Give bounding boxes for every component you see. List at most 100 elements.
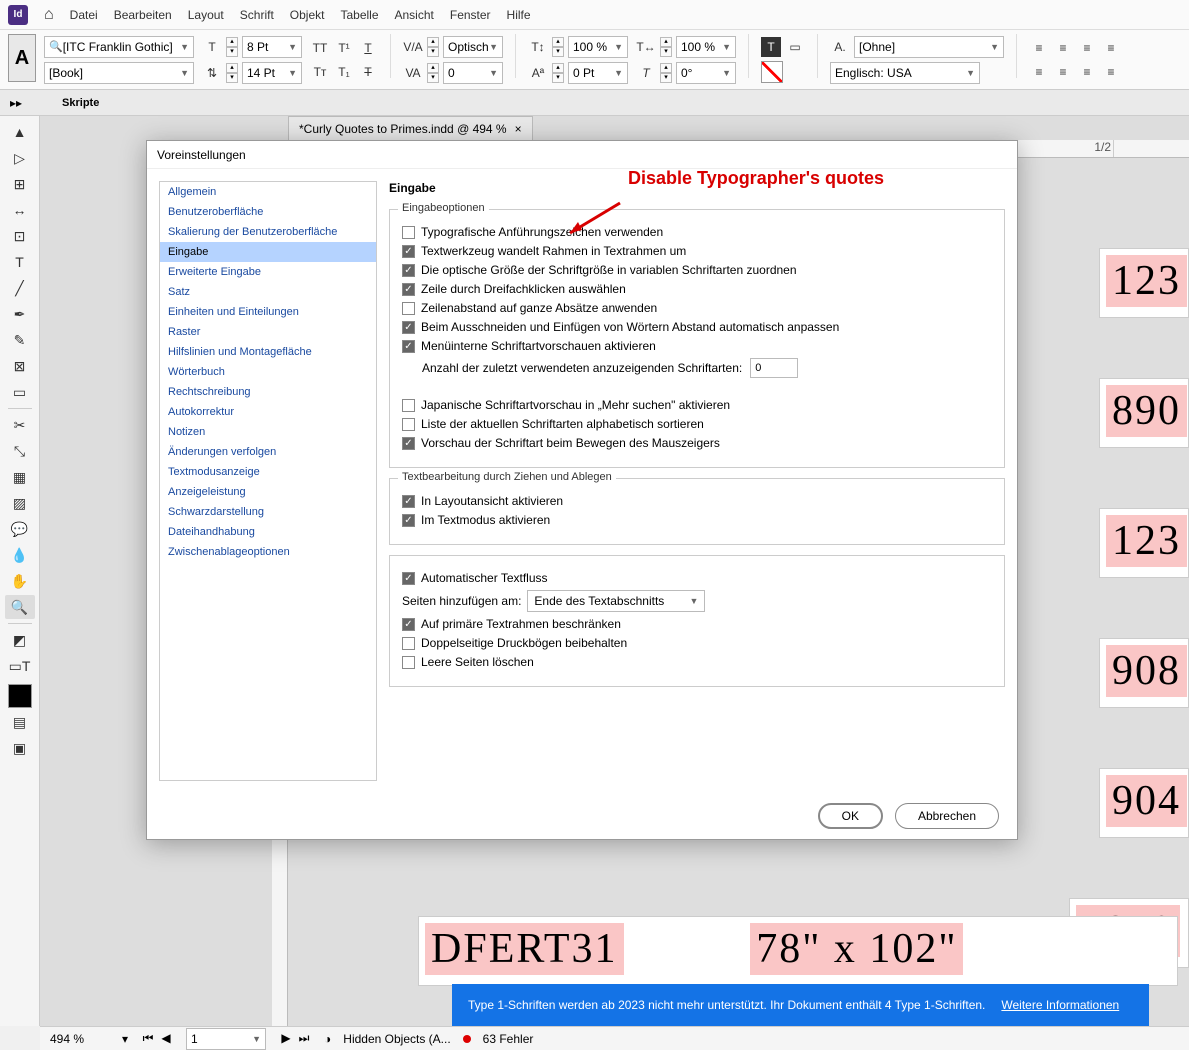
allcaps-icon[interactable]: TT xyxy=(310,38,330,58)
leading-spinner[interactable]: ▴▾ xyxy=(226,63,238,83)
menu-layout[interactable]: Layout xyxy=(188,8,224,22)
fill-text-icon[interactable]: T xyxy=(761,37,781,57)
smallcaps-icon[interactable]: Tᴛ xyxy=(310,62,330,82)
checkbox[interactable] xyxy=(402,618,415,631)
document-tab[interactable]: *Curly Quotes to Primes.indd @ 494 % × xyxy=(288,116,533,140)
sidebar-item[interactable]: Eingabe xyxy=(160,242,376,262)
checkbox[interactable] xyxy=(402,264,415,277)
chevron-down-icon[interactable]: ▾ xyxy=(122,1032,128,1046)
text-frame[interactable]: 904 xyxy=(1106,775,1187,827)
menu-fenster[interactable]: Fenster xyxy=(450,8,491,22)
superscript-icon[interactable]: T¹ xyxy=(334,38,354,58)
text-frame[interactable]: 123 xyxy=(1106,255,1187,307)
rectangle-frame-icon[interactable]: ⊠ xyxy=(5,354,35,378)
vscale-combo[interactable]: 100 %▼ xyxy=(568,36,628,58)
checkbox[interactable] xyxy=(402,637,415,650)
justify-icon[interactable]: ≡ xyxy=(1101,38,1121,58)
character-mode-icon[interactable]: A xyxy=(8,34,36,82)
charstyle-combo[interactable]: [Ohne]▼ xyxy=(854,36,1004,58)
sidebar-item[interactable]: Anzeigeleistung xyxy=(160,482,376,502)
close-icon[interactable]: × xyxy=(515,122,522,136)
checkbox[interactable] xyxy=(402,495,415,508)
sidebar-item[interactable]: Notizen xyxy=(160,422,376,442)
checkbox[interactable] xyxy=(402,437,415,450)
text-frame[interactable]: 78" x 102" xyxy=(750,923,963,975)
sidebar-item[interactable]: Satz xyxy=(160,282,376,302)
page-tool-icon[interactable]: ⊞ xyxy=(5,172,35,196)
sidebar-item[interactable]: Allgemein xyxy=(160,182,376,202)
first-page-icon[interactable]: ⏮ xyxy=(140,1031,156,1046)
free-transform-icon[interactable]: ⤡ xyxy=(5,439,35,463)
addpages-select[interactable]: Ende des Textabschnitts ▼ xyxy=(527,590,705,612)
checkbox[interactable] xyxy=(402,226,415,239)
checkbox[interactable] xyxy=(402,418,415,431)
sidebar-item[interactable]: Rechtschreibung xyxy=(160,382,376,402)
menu-objekt[interactable]: Objekt xyxy=(290,8,325,22)
menu-schrift[interactable]: Schrift xyxy=(240,8,274,22)
sidebar-item[interactable]: Textmodusanzeige xyxy=(160,462,376,482)
checkbox[interactable] xyxy=(402,321,415,334)
sidebar-item[interactable]: Erweiterte Eingabe xyxy=(160,262,376,282)
scissors-tool-icon[interactable]: ✂ xyxy=(5,413,35,437)
note-tool-icon[interactable]: 💬 xyxy=(5,517,35,541)
menu-bearbeiten[interactable]: Bearbeiten xyxy=(114,8,172,22)
baseline-combo[interactable]: 0 Pt▼ xyxy=(568,62,628,84)
cancel-button[interactable]: Abbrechen xyxy=(895,803,999,829)
sidebar-item[interactable]: Schwarzdarstellung xyxy=(160,502,376,522)
subscript-icon[interactable]: T₁ xyxy=(334,62,354,82)
page-combo[interactable]: 1▼ xyxy=(186,1028,266,1050)
color-swatch[interactable] xyxy=(8,684,32,708)
vscale-spinner[interactable]: ▴▾ xyxy=(552,37,564,57)
text-frame[interactable]: 890 xyxy=(1106,385,1187,437)
content-collector-icon[interactable]: ⊡ xyxy=(5,224,35,248)
errors-label[interactable]: 63 Fehler xyxy=(483,1032,534,1046)
apply-gradient-icon[interactable]: ▤ xyxy=(5,710,35,734)
banner-link[interactable]: Weitere Informationen xyxy=(1001,998,1119,1012)
zoom-level[interactable]: 494 % xyxy=(50,1032,110,1046)
menu-tabelle[interactable]: Tabelle xyxy=(340,8,378,22)
sidebar-item[interactable]: Skalierung der Benutzeroberfläche xyxy=(160,222,376,242)
baseline-spinner[interactable]: ▴▾ xyxy=(552,63,564,83)
align-center-icon[interactable]: ≡ xyxy=(1053,38,1073,58)
next-page-icon[interactable]: ▶ xyxy=(278,1031,294,1046)
skew-spinner[interactable]: ▴▾ xyxy=(660,63,672,83)
sidebar-item[interactable]: Hilfslinien und Montagefläche xyxy=(160,342,376,362)
kerning-combo[interactable]: Optisch▼ xyxy=(443,36,503,58)
sidebar-item[interactable]: Autokorrektur xyxy=(160,402,376,422)
hscale-combo[interactable]: 100 %▼ xyxy=(676,36,736,58)
text-frame[interactable]: DFERT31 xyxy=(425,923,624,975)
checkbox[interactable] xyxy=(402,399,415,412)
checkbox[interactable] xyxy=(402,283,415,296)
home-icon[interactable]: ⌂ xyxy=(44,6,54,24)
line-tool-icon[interactable]: ╱ xyxy=(5,276,35,300)
view-mode-icon[interactable]: ▣ xyxy=(5,736,35,760)
layer-name[interactable]: Hidden Objects (A... xyxy=(343,1032,450,1046)
menu-ansicht[interactable]: Ansicht xyxy=(395,8,434,22)
hscale-spinner[interactable]: ▴▾ xyxy=(660,37,672,57)
checkbox[interactable] xyxy=(402,340,415,353)
zoom-tool-icon[interactable]: 🔍 xyxy=(5,595,35,619)
leading-combo[interactable]: 14 Pt▼ xyxy=(242,62,302,84)
sidebar-item[interactable]: Raster xyxy=(160,322,376,342)
checkbox[interactable] xyxy=(402,245,415,258)
pencil-tool-icon[interactable]: ✎ xyxy=(5,328,35,352)
gradient-swatch-icon[interactable]: ▦ xyxy=(5,465,35,489)
justify-all-icon[interactable]: ≡ xyxy=(1101,62,1121,82)
ok-button[interactable]: OK xyxy=(818,803,883,829)
scripts-panel-label[interactable]: Skripte xyxy=(62,97,99,109)
menu-hilfe[interactable]: Hilfe xyxy=(507,8,531,22)
gradient-feather-icon[interactable]: ▨ xyxy=(5,491,35,515)
panel-expand-icon[interactable]: ▸▸ xyxy=(10,96,22,110)
skew-combo[interactable]: 0°▼ xyxy=(676,62,736,84)
font-style-combo[interactable]: [Book]▼ xyxy=(44,62,194,84)
font-size-combo[interactable]: 8 Pt▼ xyxy=(242,36,302,58)
hand-tool-icon[interactable]: ✋ xyxy=(5,569,35,593)
language-combo[interactable]: Englisch: USA▼ xyxy=(830,62,980,84)
type-tool-icon[interactable]: T xyxy=(5,250,35,274)
menu-datei[interactable]: Datei xyxy=(70,8,98,22)
fill-swatch[interactable] xyxy=(761,61,783,83)
fill-stroke-icon[interactable]: ◩ xyxy=(5,628,35,652)
sidebar-item[interactable]: Dateihandhabung xyxy=(160,522,376,542)
align-left-icon[interactable]: ≡ xyxy=(1029,38,1049,58)
sidebar-item[interactable]: Zwischenablageoptionen xyxy=(160,542,376,562)
